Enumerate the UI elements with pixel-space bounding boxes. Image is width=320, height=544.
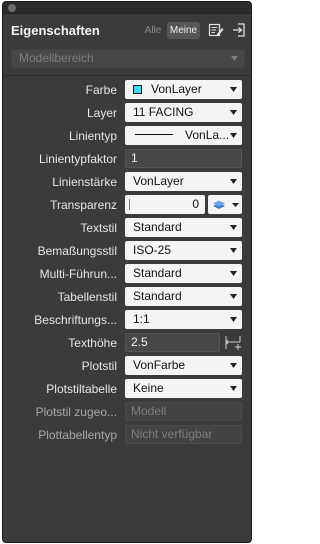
property-select[interactable]: Standard bbox=[125, 264, 242, 283]
property-label: Linienstärke bbox=[52, 175, 117, 189]
property-row: Texthöhe 2.5 bbox=[3, 333, 251, 353]
chevron-down-icon bbox=[230, 225, 237, 230]
property-row: Plotstil VonFarbe bbox=[3, 356, 251, 376]
property-label: Multi-Führun... bbox=[39, 267, 117, 281]
property-readonly: Nicht verfügbar bbox=[125, 425, 242, 444]
property-select[interactable]: Standard bbox=[125, 218, 242, 237]
property-select[interactable]: Standard bbox=[125, 287, 242, 306]
export-icon[interactable] bbox=[231, 22, 247, 38]
property-row: Multi-Führun... Standard bbox=[3, 264, 251, 284]
property-value: ISO-25 bbox=[133, 243, 172, 257]
linetype-select[interactable]: VonLa... bbox=[125, 126, 242, 145]
property-row: Plotstiltabelle Keine bbox=[3, 379, 251, 399]
property-row: Textstil Standard bbox=[3, 218, 251, 238]
property-value: 11 FACING bbox=[133, 105, 194, 119]
panel-header: Eigenschaften Alle Meine bbox=[3, 14, 251, 44]
property-input[interactable]: 2.5 bbox=[125, 333, 220, 352]
property-label: Plotstil bbox=[81, 359, 117, 373]
property-row: Farbe VonLayer bbox=[3, 80, 251, 100]
property-label: Plotstil zugeo... bbox=[35, 405, 117, 419]
pick-point-icon[interactable] bbox=[223, 333, 243, 352]
chevron-down-icon bbox=[230, 317, 237, 322]
property-value: Modell bbox=[131, 404, 167, 418]
chevron-down-icon bbox=[230, 271, 237, 276]
property-value: Standard bbox=[133, 220, 182, 234]
property-label: Linientyp bbox=[68, 129, 117, 143]
property-select[interactable]: VonFarbe bbox=[125, 356, 242, 375]
property-value: 1 bbox=[131, 151, 138, 165]
tab-alle[interactable]: Alle bbox=[142, 22, 164, 39]
property-row: Layer 11 FACING bbox=[3, 103, 251, 123]
close-icon[interactable] bbox=[8, 4, 16, 12]
chevron-down-icon bbox=[230, 363, 237, 368]
transparency-slider[interactable]: 0 bbox=[125, 195, 205, 214]
properties-panel: Eigenschaften Alle Meine Modellbereich F… bbox=[2, 1, 252, 543]
property-select[interactable]: Keine bbox=[125, 379, 242, 398]
layers-icon bbox=[213, 200, 239, 209]
property-input[interactable]: 1 bbox=[125, 149, 242, 168]
property-label: Plottabellentyp bbox=[38, 428, 117, 442]
chevron-down-icon bbox=[230, 248, 237, 253]
property-label: Linientypfaktor bbox=[38, 152, 117, 166]
edit-icon[interactable] bbox=[208, 22, 224, 38]
panel-title: Eigenschaften bbox=[11, 23, 100, 38]
property-select[interactable]: ISO-25 bbox=[125, 241, 242, 260]
property-value: VonLayer bbox=[133, 174, 184, 188]
property-value: 1:1 bbox=[133, 312, 150, 326]
property-label: Tabellenstil bbox=[57, 290, 117, 304]
property-value: VonFarbe bbox=[133, 358, 186, 372]
property-label: Texthöhe bbox=[68, 336, 117, 350]
property-label: Beschriftungs... bbox=[34, 313, 117, 327]
chevron-down-icon bbox=[230, 386, 237, 391]
property-value: Standard bbox=[133, 266, 182, 280]
chevron-down-icon bbox=[230, 294, 237, 299]
chevron-down-icon bbox=[230, 133, 237, 138]
tab-meine[interactable]: Meine bbox=[167, 22, 200, 39]
chevron-down-icon bbox=[230, 110, 237, 115]
property-select[interactable]: 1:1 bbox=[125, 310, 242, 329]
chevron-down-icon bbox=[231, 56, 238, 61]
property-row: Tabellenstil Standard bbox=[3, 287, 251, 307]
property-row: Linientypfaktor 1 bbox=[3, 149, 251, 169]
property-row: Plottabellentyp Nicht verfügbar bbox=[3, 425, 251, 445]
chevron-down-icon bbox=[230, 87, 237, 92]
divider bbox=[3, 75, 251, 76]
slider-track[interactable] bbox=[129, 199, 179, 210]
property-label: Textstil bbox=[80, 221, 117, 235]
property-value: 0 bbox=[192, 197, 199, 211]
property-label: Plotstiltabelle bbox=[46, 382, 117, 396]
property-value: VonLa... bbox=[185, 128, 230, 142]
object-select[interactable]: Modellbereich bbox=[11, 49, 245, 68]
property-row: Linienstärke VonLayer bbox=[3, 172, 251, 192]
property-value: Nicht verfügbar bbox=[131, 427, 213, 441]
property-value: Keine bbox=[133, 381, 164, 395]
object-select-value: Modellbereich bbox=[19, 51, 94, 65]
property-row: Transparenz 0 bbox=[3, 195, 251, 215]
panel-titlebar bbox=[3, 2, 251, 14]
property-row: Plotstil zugeo... Modell bbox=[3, 402, 251, 422]
property-row: Bemaßungsstil ISO-25 bbox=[3, 241, 251, 261]
property-select[interactable]: VonLayer bbox=[125, 80, 242, 99]
layers-button[interactable] bbox=[208, 195, 242, 214]
property-label: Bemaßungsstil bbox=[37, 244, 117, 258]
property-select[interactable]: VonLayer bbox=[125, 172, 242, 191]
property-label: Farbe bbox=[85, 83, 117, 97]
property-value: 2.5 bbox=[131, 335, 148, 349]
property-value: VonLayer bbox=[151, 82, 202, 96]
property-readonly: Modell bbox=[125, 402, 242, 421]
property-value: Standard bbox=[133, 289, 182, 303]
property-select[interactable]: 11 FACING bbox=[125, 103, 242, 122]
property-row: Linientyp VonLa... bbox=[3, 126, 251, 146]
chevron-down-icon bbox=[230, 179, 237, 184]
property-row: Beschriftungs... 1:1 bbox=[3, 310, 251, 330]
color-swatch bbox=[133, 85, 142, 94]
property-label: Transparenz bbox=[50, 198, 117, 212]
linetype-sample bbox=[135, 134, 173, 135]
property-label: Layer bbox=[86, 106, 117, 120]
